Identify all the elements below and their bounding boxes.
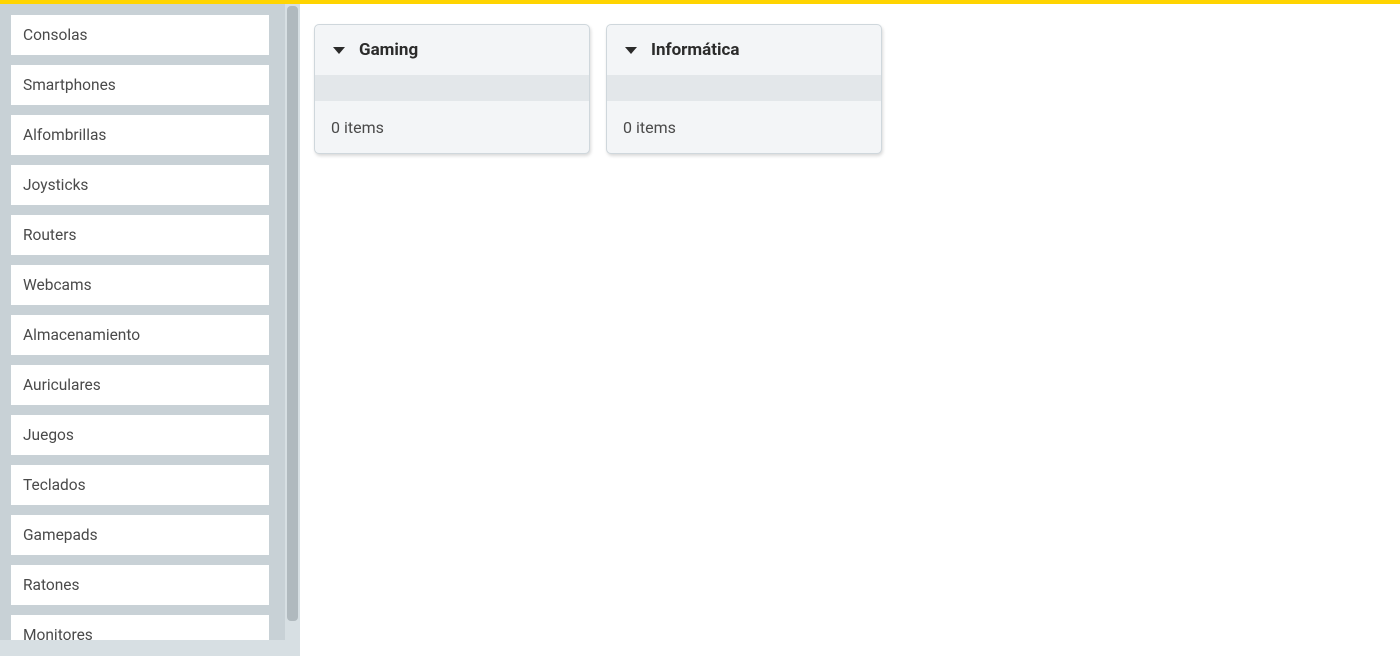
main-area: Gaming 0 items Informática 0 items [300, 4, 1400, 656]
sidebar: Consolas Smartphones Alfombrillas Joysti… [0, 4, 300, 656]
sidebar-scrollbar[interactable] [285, 4, 300, 644]
caret-down-icon [625, 47, 637, 54]
sidebar-item-label: Webcams [23, 276, 92, 294]
sidebar-item-label: Smartphones [23, 76, 116, 94]
sidebar-item-consolas[interactable]: Consolas [10, 14, 270, 56]
sidebar-bottom-scrollbar[interactable] [0, 640, 300, 656]
sidebar-item-label: Gamepads [23, 526, 98, 544]
category-card-gaming: Gaming 0 items [314, 24, 590, 154]
sidebar-item-auriculares[interactable]: Auriculares [10, 364, 270, 406]
sidebar-item-alfombrillas[interactable]: Alfombrillas [10, 114, 270, 156]
sidebar-item-label: Teclados [23, 476, 86, 494]
card-items-count: 0 items [331, 118, 384, 137]
card-drop-strip[interactable] [315, 75, 589, 101]
sidebar-item-label: Alfombrillas [23, 126, 106, 144]
sidebar-item-webcams[interactable]: Webcams [10, 264, 270, 306]
sidebar-item-smartphones[interactable]: Smartphones [10, 64, 270, 106]
card-footer: 0 items [607, 101, 881, 153]
card-header[interactable]: Gaming [315, 25, 589, 75]
sidebar-item-label: Auriculares [23, 376, 101, 394]
card-drop-strip[interactable] [607, 75, 881, 101]
sidebar-item-ratones[interactable]: Ratones [10, 564, 270, 606]
category-card-informatica: Informática 0 items [606, 24, 882, 154]
card-items-count: 0 items [623, 118, 676, 137]
sidebar-item-label: Juegos [23, 426, 74, 444]
card-title: Gaming [359, 40, 418, 60]
card-title: Informática [651, 40, 739, 60]
sidebar-item-routers[interactable]: Routers [10, 214, 270, 256]
sidebar-item-label: Joysticks [23, 176, 88, 194]
card-footer: 0 items [315, 101, 589, 153]
sidebar-item-label: Ratones [23, 576, 80, 594]
sidebar-item-joysticks[interactable]: Joysticks [10, 164, 270, 206]
sidebar-item-almacenamiento[interactable]: Almacenamiento [10, 314, 270, 356]
sidebar-item-gamepads[interactable]: Gamepads [10, 514, 270, 556]
layout: Consolas Smartphones Alfombrillas Joysti… [0, 4, 1400, 656]
sidebar-item-juegos[interactable]: Juegos [10, 414, 270, 456]
sidebar-item-label: Routers [23, 226, 76, 244]
sidebar-list: Consolas Smartphones Alfombrillas Joysti… [10, 14, 285, 644]
sidebar-scroll: Consolas Smartphones Alfombrillas Joysti… [0, 4, 285, 644]
card-header[interactable]: Informática [607, 25, 881, 75]
sidebar-item-label: Almacenamiento [23, 326, 140, 344]
sidebar-item-label: Consolas [23, 26, 88, 44]
sidebar-scrollbar-thumb[interactable] [287, 6, 298, 621]
caret-down-icon [333, 47, 345, 54]
sidebar-item-teclados[interactable]: Teclados [10, 464, 270, 506]
